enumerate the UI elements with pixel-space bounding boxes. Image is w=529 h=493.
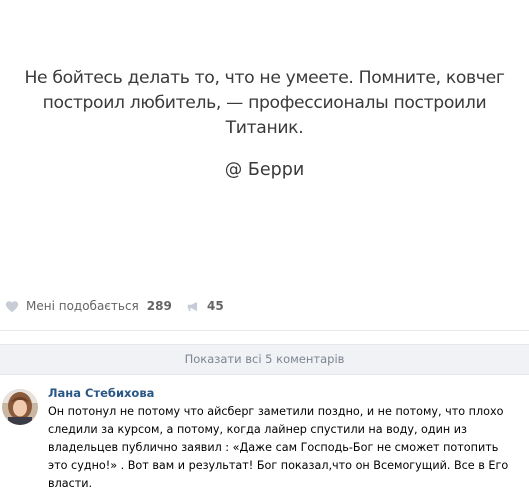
show-all-comments-button[interactable]: Показати всі 5 коментарів bbox=[0, 344, 529, 375]
quote-author: @ Берри bbox=[224, 160, 305, 180]
like-label: Мені подобається bbox=[26, 299, 139, 313]
megaphone-icon bbox=[187, 301, 198, 311]
post-image-quote: Не бойтесь делать то, что не умеете. Пом… bbox=[0, 0, 529, 280]
comment-text: Он потонул не потому что айсберг заметил… bbox=[48, 405, 509, 490]
divider bbox=[0, 330, 529, 331]
avatar-photo-icon bbox=[2, 389, 38, 425]
quote-line: построил любитель, — профессионалы постр… bbox=[42, 93, 487, 113]
avatar[interactable] bbox=[2, 389, 38, 425]
share-button[interactable]: 45 bbox=[186, 297, 224, 315]
quote-line: Не бойтесь делать то, что не умеете. Пом… bbox=[24, 68, 505, 88]
like-button[interactable]: Мені подобається 289 bbox=[5, 297, 172, 315]
like-count: 289 bbox=[146, 299, 172, 313]
post-actions: Мені подобається 289 45 bbox=[0, 292, 529, 320]
quote-line: Титаник. bbox=[225, 118, 304, 138]
heart-icon bbox=[5, 300, 19, 312]
comment-author-link[interactable]: Лана Стебихова bbox=[48, 386, 154, 400]
quote-text: Не бойтесь делать то, что не умеете. Пом… bbox=[20, 66, 509, 141]
share-count: 45 bbox=[207, 299, 224, 313]
